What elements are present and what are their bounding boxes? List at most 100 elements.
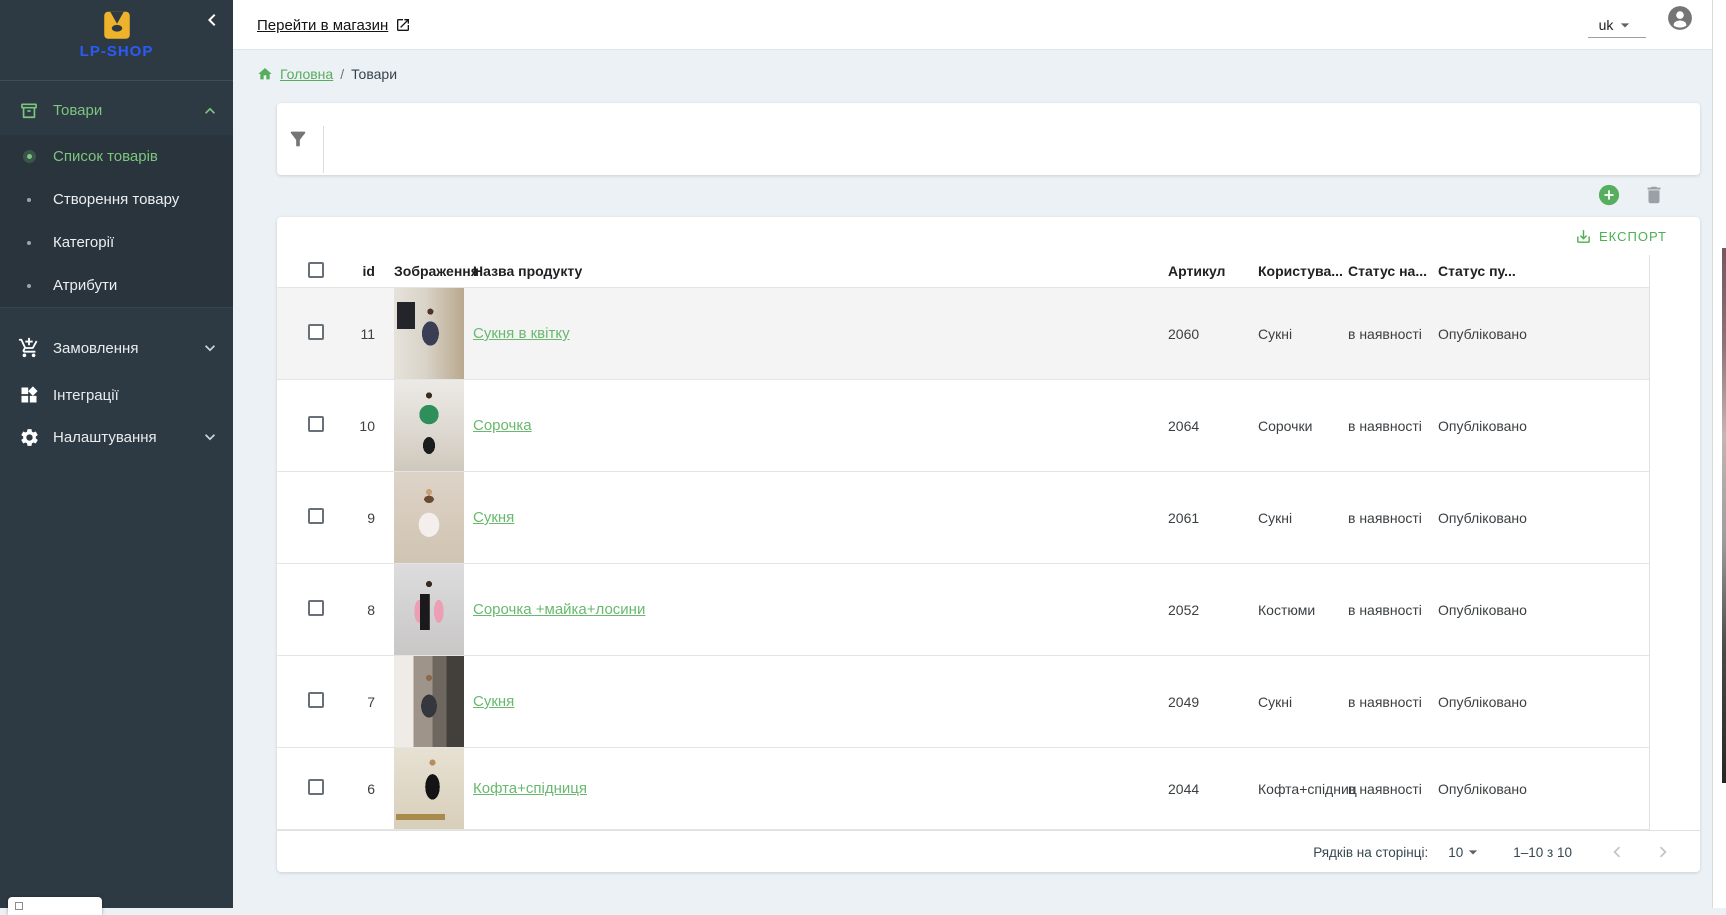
row-checkbox[interactable] (308, 508, 324, 524)
chevron-up-icon (200, 101, 220, 121)
header-id: id (339, 263, 394, 279)
table-row: 9 Сукня 2061 Сукні в наявності Опубліков… (277, 472, 1649, 564)
cell-id: 10 (339, 418, 394, 434)
delete-selected-button[interactable] (1643, 184, 1665, 206)
sidebar-item-product-list[interactable]: Список товарів (0, 135, 233, 178)
open-in-new-icon (395, 17, 411, 33)
cell-publication: Опубліковано (1438, 418, 1650, 434)
sidebar-item-categories[interactable]: Категорії (0, 221, 233, 264)
cell-publication: Опубліковано (1438, 510, 1650, 526)
filter-button[interactable] (287, 128, 311, 152)
row-checkbox[interactable] (308, 779, 324, 795)
product-link[interactable]: Сукня (473, 693, 514, 710)
bullet-icon (27, 241, 31, 245)
table-toolbar: ЕКСПОРТ (277, 217, 1700, 255)
previous-page-button[interactable] (1606, 841, 1628, 863)
rows-per-page-value: 10 (1448, 845, 1463, 860)
chevron-down-icon (200, 427, 220, 447)
cell-availability: в наявності (1348, 602, 1438, 618)
cell-id: 11 (339, 326, 394, 342)
cell-id: 9 (339, 510, 394, 526)
header-publication: Статус пу... (1438, 263, 1650, 279)
export-button[interactable]: ЕКСПОРТ (1575, 228, 1667, 245)
row-checkbox[interactable] (308, 324, 324, 340)
sidebar-item-label: Категорії (53, 234, 114, 251)
sidebar-item-attributes[interactable]: Атрибути (0, 264, 233, 307)
cell-publication: Опубліковано (1438, 326, 1650, 342)
active-bullet-icon (23, 150, 36, 163)
rows-per-page-select[interactable]: 10 (1448, 842, 1483, 862)
product-link[interactable]: Сорочка (473, 417, 532, 434)
cell-category: Кофта+спідниц (1258, 781, 1348, 797)
sidebar-item-settings[interactable]: Налаштування (0, 415, 233, 459)
cell-sku: 2052 (1168, 602, 1258, 618)
offscreen-content-sliver (1722, 248, 1726, 783)
header-image: Зображення (394, 263, 473, 279)
next-page-button[interactable] (1652, 841, 1674, 863)
add-product-button[interactable] (1598, 184, 1620, 206)
product-image (394, 472, 464, 563)
product-image (394, 656, 464, 747)
language-select[interactable]: uk (1588, 13, 1646, 38)
sidebar-item-label: Товари (53, 102, 200, 119)
table-row: 6 Кофта+спідниця 2044 Кофта+спідниц в на… (277, 748, 1649, 830)
header-category: Користува... (1258, 263, 1348, 279)
sidebar-item-products[interactable]: Товари (0, 86, 233, 135)
cell-publication: Опубліковано (1438, 694, 1650, 710)
row-checkbox[interactable] (308, 692, 324, 708)
cell-category: Сукні (1258, 510, 1348, 526)
table-row: 8 Сорочка +майка+лосини 2052 Костюми в н… (277, 564, 1649, 656)
cell-availability: в наявності (1348, 326, 1438, 342)
cell-id: 6 (339, 781, 394, 797)
cell-availability: в наявності (1348, 418, 1438, 434)
sidebar-item-integrations[interactable]: Інтеграції (0, 373, 233, 417)
product-link[interactable]: Кофта+спідниця (473, 780, 587, 797)
table-header-row: id Зображення Назва продукту Артикул Кор… (277, 255, 1649, 288)
trash-icon (1643, 184, 1665, 206)
browser-status-tooltip (8, 897, 102, 915)
select-all-checkbox[interactable] (308, 262, 324, 278)
shopping-bag-logo-icon (99, 8, 135, 41)
account-circle-icon (1667, 5, 1693, 31)
breadcrumb-separator: / (340, 66, 344, 82)
account-avatar-button[interactable] (1667, 5, 1693, 31)
pagination-range: 1–10 з 10 (1513, 845, 1572, 860)
product-link[interactable]: Сукня (473, 509, 514, 526)
widgets-icon (18, 385, 40, 405)
row-checkbox[interactable] (308, 416, 324, 432)
cell-category: Сорочки (1258, 418, 1348, 434)
caret-down-icon (1463, 842, 1483, 862)
sidebar-item-label: Список товарів (53, 148, 158, 165)
sidebar-item-label: Налаштування (53, 429, 200, 446)
logo-text: LP-SHOP (0, 43, 233, 60)
topbar: Перейти в магазин uk (233, 0, 1726, 50)
caret-down-icon (1615, 15, 1635, 35)
cart-plus-icon (18, 337, 40, 359)
table-row: 11 Сукня в квітку 2060 Сукні в наявності… (277, 288, 1649, 380)
product-image (394, 564, 464, 655)
product-link[interactable]: Сорочка +майка+лосини (473, 601, 645, 618)
go-to-store-link[interactable]: Перейти в магазин (257, 0, 411, 50)
gear-icon (18, 427, 40, 448)
cell-sku: 2049 (1168, 694, 1258, 710)
row-checkbox[interactable] (308, 600, 324, 616)
sidebar-item-product-create[interactable]: Створення товару (0, 178, 233, 221)
product-link[interactable]: Сукня в квітку (473, 325, 570, 342)
header-availability: Статус на... (1348, 263, 1438, 279)
add-circle-icon (1598, 184, 1620, 206)
sidebar-item-label: Інтеграції (53, 387, 233, 404)
cell-id: 8 (339, 602, 394, 618)
cell-sku: 2061 (1168, 510, 1258, 526)
header-sku: Артикул (1168, 263, 1258, 279)
sidebar-item-label: Створення товару (53, 191, 179, 208)
box-archive-icon (18, 101, 40, 121)
sidebar-item-orders[interactable]: Замовлення (0, 326, 233, 370)
sidebar: LP-SHOP Товари Список товарів Створення … (0, 0, 233, 908)
sidebar-item-label: Атрибути (53, 277, 117, 294)
cell-sku: 2064 (1168, 418, 1258, 434)
breadcrumb-home-link[interactable]: Головна (280, 66, 333, 82)
app-logo[interactable]: LP-SHOP (0, 8, 233, 60)
cell-sku: 2060 (1168, 326, 1258, 342)
sidebar-item-label: Замовлення (53, 340, 200, 357)
download-icon (1575, 228, 1592, 245)
